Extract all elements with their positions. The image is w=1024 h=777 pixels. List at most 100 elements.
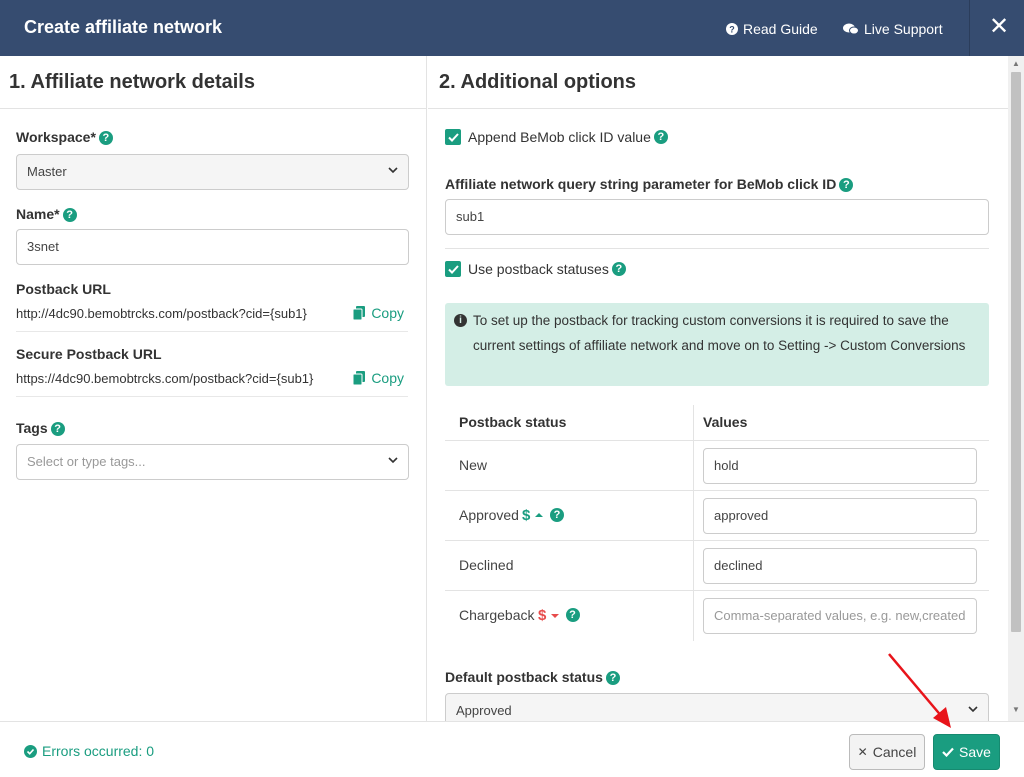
workspace-select[interactable]: Master <box>16 154 409 190</box>
close-icon: ✕ <box>857 745 868 759</box>
default-status-label-text: Default postback status <box>445 669 603 685</box>
query-param-input[interactable]: sub1 <box>445 199 989 235</box>
close-icon[interactable]: ✕ <box>987 14 1011 40</box>
live-support-link[interactable]: Live Support <box>843 21 943 37</box>
copy-secure-postback-url-button[interactable]: Copy <box>353 370 404 386</box>
table-row: Declined declined <box>445 541 989 591</box>
section-title-details: 1. Affiliate network details <box>0 56 426 109</box>
affiliate-network-details-panel: 1. Affiliate network details Workspace*?… <box>0 56 427 721</box>
use-postback-statuses-checkbox[interactable] <box>445 261 461 277</box>
scroll-down-icon[interactable]: ▼ <box>1012 706 1020 714</box>
status-name-text: New <box>459 457 488 473</box>
tags-placeholder: Select or type tags... <box>27 454 146 469</box>
status-values-input[interactable]: approved <box>703 498 977 534</box>
info-icon: i <box>454 314 467 327</box>
column-header-values: Values <box>703 414 748 430</box>
help-icon[interactable]: ? <box>50 422 65 437</box>
append-click-id-checkbox[interactable] <box>445 129 461 145</box>
chevron-down-icon <box>968 706 978 713</box>
copy-label: Copy <box>371 305 404 321</box>
svg-text:?: ? <box>729 25 735 35</box>
errors-status: Errors occurred: 0 <box>24 743 154 759</box>
help-icon[interactable]: ? <box>605 671 620 686</box>
default-status-label: Default postback status? <box>445 669 620 686</box>
dollar-down-icon: $ <box>538 608 559 622</box>
table-row: Chargeback $ ? Comma-separated values, e… <box>445 591 989 641</box>
help-icon[interactable]: ? <box>62 208 77 223</box>
scrollbar[interactable]: ▲ ▼ <box>1008 56 1024 721</box>
errors-text: Errors occurred: 0 <box>42 743 155 759</box>
column-header-status: Postback status <box>459 414 567 430</box>
name-label-text: Name* <box>16 206 60 222</box>
cancel-label: Cancel <box>872 744 917 760</box>
workspace-value: Master <box>27 164 67 179</box>
copy-postback-url-button[interactable]: Copy <box>353 305 404 321</box>
append-click-id-label: Append BeMob click ID value <box>468 129 651 145</box>
default-status-value: Approved <box>456 703 512 718</box>
modal-title: Create affiliate network <box>24 17 223 37</box>
status-values-input[interactable]: declined <box>703 548 977 584</box>
dollar-up-icon: $ <box>522 508 543 522</box>
help-icon[interactable]: ? <box>565 608 580 622</box>
copy-label: Copy <box>371 370 404 386</box>
name-label: Name*? <box>16 206 77 223</box>
help-icon[interactable]: ? <box>653 130 668 144</box>
use-postback-statuses-label: Use postback statuses <box>468 261 609 277</box>
default-status-select[interactable]: Approved <box>445 693 989 721</box>
modal-footer: Errors occurred: 0 ✕ Cancel Save <box>0 721 1024 777</box>
help-icon[interactable]: ? <box>98 131 113 146</box>
info-text: To set up the postback for tracking cust… <box>473 313 966 353</box>
status-name: Approved $ ? <box>459 507 564 523</box>
secure-postback-url-row: https://4dc90.bemobtrcks.com/postback?ci… <box>16 367 408 397</box>
question-circle-icon: ? <box>726 23 738 35</box>
check-circle-icon <box>24 744 37 758</box>
postback-url-label: Postback URL <box>16 281 111 297</box>
secure-postback-url-label: Secure Postback URL <box>16 346 162 362</box>
status-values-input[interactable]: hold <box>703 448 977 484</box>
copy-icon <box>353 306 366 320</box>
tags-select[interactable]: Select or type tags... <box>16 444 409 480</box>
section-title-additional: 2. Additional options <box>428 56 1008 109</box>
tags-label: Tags? <box>16 420 65 437</box>
header-divider <box>969 0 970 56</box>
status-name-text: Chargeback <box>459 607 535 623</box>
workspace-label: Workspace*? <box>16 129 113 146</box>
query-param-label-text: Affiliate network query string parameter… <box>445 176 837 192</box>
name-input[interactable]: 3snet <box>16 229 409 265</box>
scroll-up-icon[interactable]: ▲ <box>1012 60 1020 68</box>
append-click-id-row: Append BeMob click ID value ? <box>445 129 668 145</box>
postback-status-table: Postback status Values New hold Approved… <box>445 405 989 641</box>
chat-bubbles-icon <box>843 23 859 35</box>
status-name-text: Approved <box>459 507 519 523</box>
modal-header: Create affiliate network ? Read Guide Li… <box>0 0 1024 56</box>
checkmark-icon <box>447 132 459 142</box>
use-postback-statuses-row: Use postback statuses ? <box>445 261 626 277</box>
save-button[interactable]: Save <box>933 734 1000 770</box>
secure-postback-url-value: https://4dc90.bemobtrcks.com/postback?ci… <box>16 371 314 386</box>
help-icon[interactable]: ? <box>611 262 626 276</box>
help-icon[interactable]: ? <box>839 178 854 193</box>
svg-text:$: $ <box>522 508 531 522</box>
read-guide-link[interactable]: ? Read Guide <box>726 21 818 37</box>
help-icon[interactable]: ? <box>549 508 564 522</box>
status-name: Declined <box>459 557 513 573</box>
additional-options-panel: 2. Additional options Append BeMob click… <box>428 56 1008 721</box>
postback-url-value: http://4dc90.bemobtrcks.com/postback?cid… <box>16 306 307 321</box>
chevron-down-icon <box>388 457 398 464</box>
table-header: Postback status Values <box>445 405 989 441</box>
chevron-down-icon <box>388 167 398 174</box>
status-name: Chargeback $ ? <box>459 607 580 623</box>
status-values-input[interactable]: Comma-separated values, e.g. new,created <box>703 598 977 634</box>
table-row: New hold <box>445 441 989 491</box>
live-support-label: Live Support <box>864 21 943 37</box>
tags-label-text: Tags <box>16 420 48 436</box>
cancel-button[interactable]: ✕ Cancel <box>849 734 925 770</box>
workspace-label-text: Workspace* <box>16 129 96 145</box>
save-label: Save <box>959 744 991 760</box>
query-param-label: Affiliate network query string parameter… <box>445 176 854 193</box>
table-row: Approved $ ? approved <box>445 491 989 541</box>
status-name-text: Declined <box>459 557 514 573</box>
info-callout: i To set up the postback for tracking cu… <box>445 303 989 386</box>
svg-text:$: $ <box>538 608 547 622</box>
scrollbar-thumb[interactable] <box>1011 72 1021 632</box>
